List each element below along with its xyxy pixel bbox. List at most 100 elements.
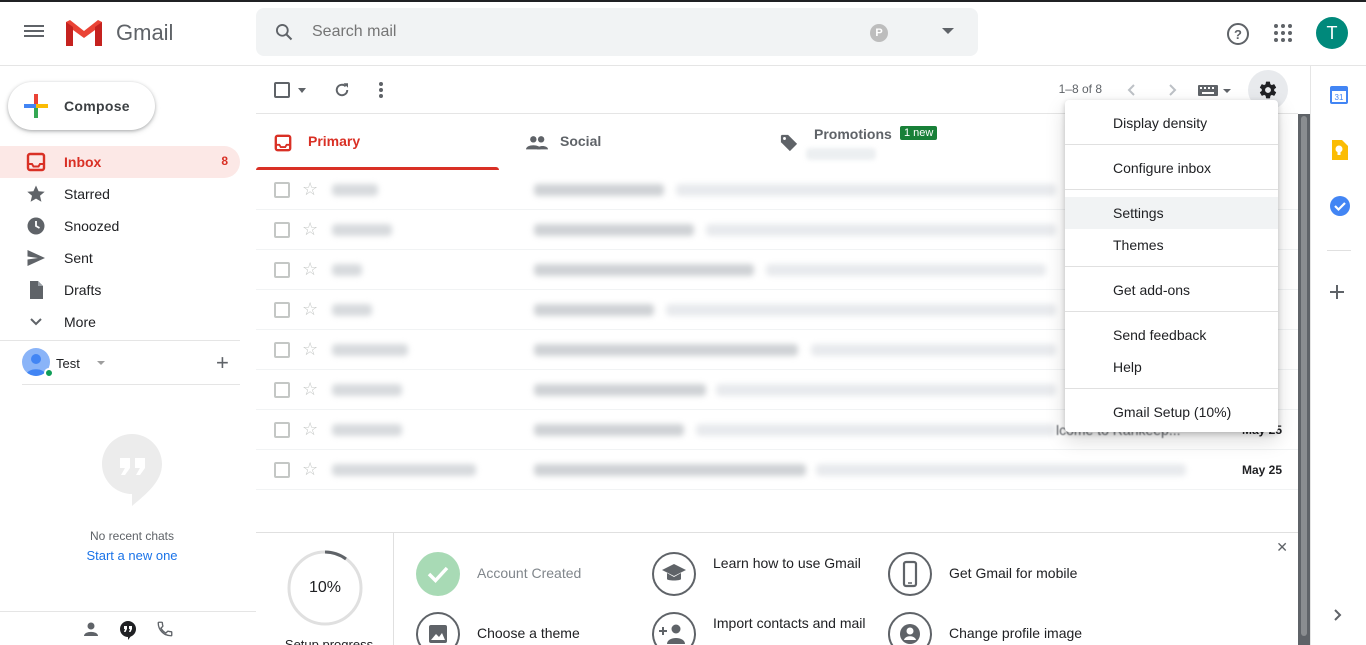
scrollbar[interactable]	[1298, 114, 1310, 645]
row-checkbox[interactable]	[274, 422, 290, 438]
select-all-checkbox[interactable]	[274, 82, 290, 98]
sidebar-item-snoozed[interactable]: Snoozed	[0, 210, 240, 242]
menu-divider	[1065, 144, 1278, 145]
snippet-blurred	[676, 184, 1056, 196]
setup-step-import[interactable]: Import contacts and mail	[652, 612, 872, 645]
hangouts-user[interactable]: Test +	[22, 348, 240, 378]
sidebar-item-sent[interactable]: Sent	[0, 242, 240, 274]
main-menu-icon[interactable]	[24, 22, 46, 42]
row-checkbox[interactable]	[274, 302, 290, 318]
contacts-icon[interactable]	[82, 620, 102, 640]
menu-item-configure-inbox[interactable]: Configure inbox	[1065, 152, 1278, 184]
more-options-icon[interactable]	[378, 81, 384, 104]
pagination-count: 1–8 of 8	[1058, 82, 1102, 96]
sidebar-item-label: Sent	[64, 250, 93, 266]
help-icon[interactable]: ?	[1226, 22, 1250, 51]
snippet-blurred	[696, 424, 1056, 436]
check-circle-icon	[416, 552, 460, 596]
star-toggle-icon[interactable]: ☆	[302, 180, 318, 198]
search-input[interactable]	[312, 20, 812, 44]
gear-icon	[1259, 81, 1277, 99]
subject-blurred	[534, 264, 754, 276]
menu-item-settings[interactable]: Settings	[1065, 197, 1278, 229]
status-dropdown-icon[interactable]	[97, 361, 105, 365]
search-bar[interactable]: P	[256, 8, 978, 56]
row-checkbox[interactable]	[274, 382, 290, 398]
sidebar-divider	[0, 340, 240, 341]
subject-blurred	[534, 224, 694, 236]
row-checkbox[interactable]	[274, 262, 290, 278]
star-toggle-icon[interactable]: ☆	[302, 380, 318, 398]
phone-icon[interactable]	[156, 620, 176, 640]
star-toggle-icon[interactable]: ☆	[302, 300, 318, 318]
subject-blurred	[534, 464, 806, 476]
progress-label: Setup progress	[284, 637, 374, 645]
add-addon-icon[interactable]	[1329, 284, 1345, 305]
step-label: Account Created	[477, 565, 582, 581]
image-icon	[416, 612, 460, 645]
add-chat-icon[interactable]: +	[216, 350, 229, 376]
menu-item-gmail-setup[interactable]: Gmail Setup (10%)	[1065, 396, 1278, 428]
sidebar-item-starred[interactable]: Starred	[0, 178, 240, 210]
menu-item-send-feedback[interactable]: Send feedback	[1065, 319, 1278, 351]
step-label: Learn how to use Gmail	[713, 555, 861, 571]
sidebar-item-inbox[interactable]: Inbox 8	[0, 146, 240, 178]
setup-step-profile-image[interactable]: Change profile image	[888, 612, 1108, 645]
tab-primary[interactable]: Primary	[256, 114, 499, 170]
gmail-logo-icon[interactable]	[64, 18, 104, 53]
subject-blurred	[534, 344, 798, 356]
setup-step-gmail-mobile[interactable]: Get Gmail for mobile	[888, 552, 1108, 598]
table-row[interactable]: ☆ May 25	[256, 450, 1298, 490]
star-toggle-icon[interactable]: ☆	[302, 260, 318, 278]
star-toggle-icon[interactable]: ☆	[302, 460, 318, 478]
search-options-icon[interactable]	[942, 28, 954, 34]
hangouts-chat-icon[interactable]	[118, 620, 138, 640]
star-toggle-icon[interactable]: ☆	[302, 220, 318, 238]
step-label: Choose a theme	[477, 625, 580, 641]
expand-panel-chevron-icon[interactable]	[1333, 608, 1343, 627]
compose-button[interactable]: Compose	[8, 82, 155, 130]
select-dropdown-icon[interactable]	[298, 88, 306, 93]
menu-item-help[interactable]: Help	[1065, 351, 1278, 383]
tasks-icon[interactable]	[1330, 196, 1350, 221]
menu-item-themes[interactable]: Themes	[1065, 229, 1278, 261]
sender-blurred	[332, 184, 378, 196]
account-avatar[interactable]: T	[1316, 17, 1348, 49]
sidebar-item-drafts[interactable]: Drafts	[0, 274, 240, 306]
refresh-icon[interactable]	[333, 81, 351, 104]
sidebar-item-more[interactable]: More	[0, 306, 240, 338]
search-icon[interactable]	[274, 22, 294, 47]
menu-item-get-addons[interactable]: Get add-ons	[1065, 274, 1278, 306]
school-icon	[652, 552, 696, 596]
tab-promotions[interactable]	[762, 114, 1062, 170]
setup-step-learn-gmail[interactable]: Learn how to use Gmail	[652, 552, 872, 598]
unread-count: 8	[221, 154, 228, 168]
sidebar-item-label: Starred	[64, 186, 110, 202]
row-checkbox[interactable]	[274, 462, 290, 478]
row-checkbox[interactable]	[274, 222, 290, 238]
tab-label: Social	[560, 133, 602, 149]
svg-text:?: ?	[1234, 27, 1242, 42]
star-toggle-icon[interactable]: ☆	[302, 420, 318, 438]
row-checkbox[interactable]	[274, 342, 290, 358]
inbox-icon	[274, 134, 292, 157]
menu-divider	[1065, 388, 1278, 389]
calendar-icon[interactable]: 31	[1330, 84, 1348, 109]
close-icon[interactable]: ✕	[1276, 539, 1288, 556]
side-panel-divider	[1327, 250, 1351, 251]
extension-p-icon[interactable]: P	[870, 24, 888, 42]
setup-step-theme[interactable]: Choose a theme	[416, 612, 636, 645]
apps-grid-icon[interactable]	[1274, 24, 1292, 47]
scrollbar-thumb[interactable]	[1301, 116, 1307, 636]
keep-icon[interactable]	[1330, 140, 1348, 165]
tag-icon	[780, 134, 798, 157]
tab-social[interactable]: Social	[508, 114, 748, 170]
start-new-chat-link[interactable]: Start a new one	[0, 548, 264, 563]
menu-item-display-density[interactable]: Display density	[1065, 107, 1278, 139]
snippet-blurred	[706, 224, 1056, 236]
promo-preview-blurred	[806, 148, 876, 160]
star-toggle-icon[interactable]: ☆	[302, 340, 318, 358]
row-checkbox[interactable]	[274, 182, 290, 198]
sender-blurred	[332, 424, 402, 436]
compose-label: Compose	[64, 98, 130, 114]
